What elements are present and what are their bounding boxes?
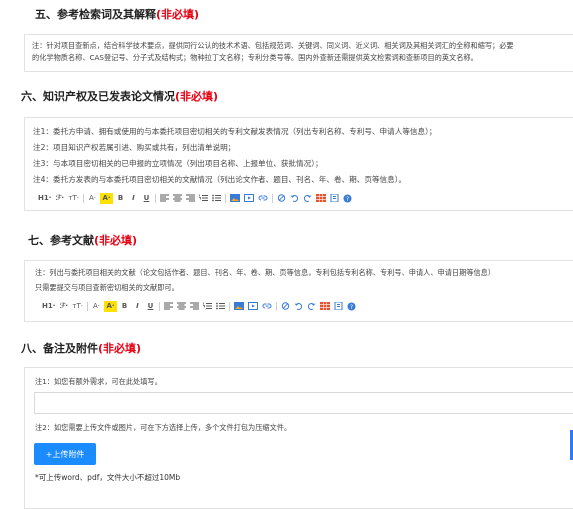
video-icon[interactable]	[247, 301, 259, 312]
section-8-note-2: 注2：如您需要上传文件或图片，可在下方选择上传，多个文件打包为压缩文件。	[35, 423, 292, 432]
link-icon[interactable]	[261, 301, 273, 312]
toolbar-divider	[82, 193, 84, 203]
font-color-button[interactable]: A·	[87, 193, 98, 204]
section-7-required-tag: (非必填)	[94, 234, 138, 247]
heading-button[interactable]: H1·	[41, 301, 56, 312]
toolbar-divider	[158, 301, 160, 311]
align-center-icon[interactable]	[172, 193, 183, 204]
attachment-icon[interactable]	[329, 193, 340, 204]
section-7-note-line-2: 只需要提交与项目查新密切相关的文献即可。	[35, 283, 179, 292]
align-right-icon[interactable]	[189, 301, 200, 312]
underline-button[interactable]: U	[145, 301, 156, 312]
attachment-icon[interactable]	[333, 301, 344, 312]
section-7-toolbar: H1· ℱ· тT· A· A· B I U ?	[41, 300, 359, 312]
underline-button[interactable]: U	[141, 193, 152, 204]
undo-icon[interactable]	[293, 301, 304, 312]
section-6-note-line-3: 注3：与本项目密切相关的已申报的立项情况（列出项目名称、上报单位、获批情况）；	[33, 159, 323, 168]
font-family-button[interactable]: ℱ·	[54, 193, 65, 204]
align-center-icon[interactable]	[176, 301, 187, 312]
font-family-button[interactable]: ℱ·	[58, 301, 69, 312]
section-5-title-text: 五、参考检索词及其解释	[35, 8, 156, 21]
svg-text:?: ?	[350, 304, 353, 311]
font-color-button[interactable]: A·	[91, 301, 102, 312]
link-icon[interactable]	[257, 193, 269, 204]
align-left-icon[interactable]	[163, 301, 174, 312]
table-icon[interactable]	[319, 301, 331, 312]
section-7-title-text: 七、参考文献	[28, 234, 94, 247]
section-7-title: 七、参考文献(非必填)	[28, 232, 137, 248]
section-6-required-tag: (非必填)	[175, 90, 219, 103]
toolbar-divider	[224, 193, 226, 203]
redo-icon[interactable]	[306, 301, 317, 312]
help-icon[interactable]: ?	[346, 301, 357, 312]
ordered-list-icon[interactable]	[198, 193, 209, 204]
section-8-required-tag: (非必填)	[98, 342, 142, 355]
highlight-button[interactable]: A·	[99, 192, 113, 204]
section-7-note-line-1: 注：列出与委托项目相关的文献（论文包括作者、题目、刊名、年、卷、期、页等信息，专…	[35, 268, 496, 277]
italic-button[interactable]: I	[132, 301, 143, 312]
undo-icon[interactable]	[289, 193, 300, 204]
redo-icon[interactable]	[302, 193, 313, 204]
toolbar-divider	[86, 301, 88, 311]
highlight-button[interactable]: A·	[103, 300, 117, 312]
toolbar-divider	[228, 301, 230, 311]
clear-format-icon[interactable]	[276, 193, 287, 204]
align-right-icon[interactable]	[185, 193, 196, 204]
section-5-note-line-1: 注：针对项目查新点，结合科学技术要点，提供同行公认的技术术语、包括规范词、关键词…	[32, 41, 514, 50]
heading-button[interactable]: H1·	[37, 193, 52, 204]
align-left-icon[interactable]	[159, 193, 170, 204]
section-6-title-text: 六、知识产权及已发表论文情况	[21, 90, 175, 103]
section-6-note-line-2: 注2：项目知识产权若属引进、购买或共有，列出清单说明；	[33, 143, 236, 152]
section-8-title: 八、备注及附件(非必填)	[21, 340, 141, 356]
bold-button[interactable]: B	[119, 301, 130, 312]
section-6-note-line-1: 注1：委托方申请、拥有或使用的与本委托项目密切相关的专利文献发表情况（列出专利名…	[33, 127, 437, 136]
section-5-note-box: 注：针对项目查新点，结合科学技术要点，提供同行公认的技术术语、包括规范词、关键词…	[24, 34, 573, 72]
toolbar-divider	[271, 193, 273, 203]
clear-format-icon[interactable]	[280, 301, 291, 312]
section-8-note-1: 注1：如您有额外需求，可在此处填写。	[35, 377, 162, 386]
section-6-toolbar: H1· ℱ· тT· A· A· B I U ?	[37, 192, 355, 204]
unordered-list-icon[interactable]	[215, 301, 226, 312]
section-6-note-line-4: 注4：委托方发表的与本委托项目密切相关的文献情况（列出论文作者、题目、刊名、年、…	[33, 175, 407, 184]
section-7-editor[interactable]: 注：列出与委托项目相关的文献（论文包括作者、题目、刊名、年、卷、期、页等信息，专…	[24, 260, 573, 322]
remarks-input[interactable]	[34, 392, 573, 414]
toolbar-divider	[154, 193, 156, 203]
image-icon[interactable]	[229, 193, 241, 204]
svg-text:?: ?	[346, 196, 349, 203]
section-8-panel: 注1：如您有额外需求，可在此处填写。 注2：如您需要上传文件或图片，可在下方选择…	[24, 367, 573, 509]
section-8-title-text: 八、备注及附件	[21, 342, 98, 355]
section-6-title: 六、知识产权及已发表论文情况(非必填)	[21, 88, 218, 104]
upload-attachment-button[interactable]: +上传附件	[34, 443, 96, 465]
image-icon[interactable]	[233, 301, 245, 312]
unordered-list-icon[interactable]	[211, 193, 222, 204]
upload-hint: *可上传word、pdf，文件大小不超过10Mb	[35, 473, 181, 482]
toolbar-divider	[275, 301, 277, 311]
section-5-required-tag: (非必填)	[156, 8, 200, 21]
italic-button[interactable]: I	[128, 193, 139, 204]
section-5-note-line-2: 的化学物质名称、CAS登记号、分子式及结构式；物种拉丁文名称；专利分类号等。国内…	[32, 53, 478, 62]
section-6-editor[interactable]: 注1：委托方申请、拥有或使用的与本委托项目密切相关的专利文献发表情况（列出专利名…	[24, 117, 573, 211]
bold-button[interactable]: B	[115, 193, 126, 204]
section-5-title: 五、参考检索词及其解释(非必填)	[35, 6, 199, 22]
video-icon[interactable]	[243, 193, 255, 204]
ordered-list-icon[interactable]	[202, 301, 213, 312]
help-icon[interactable]: ?	[342, 193, 353, 204]
font-size-button[interactable]: тT·	[67, 193, 80, 204]
table-icon[interactable]	[315, 193, 327, 204]
font-size-button[interactable]: тT·	[71, 301, 84, 312]
